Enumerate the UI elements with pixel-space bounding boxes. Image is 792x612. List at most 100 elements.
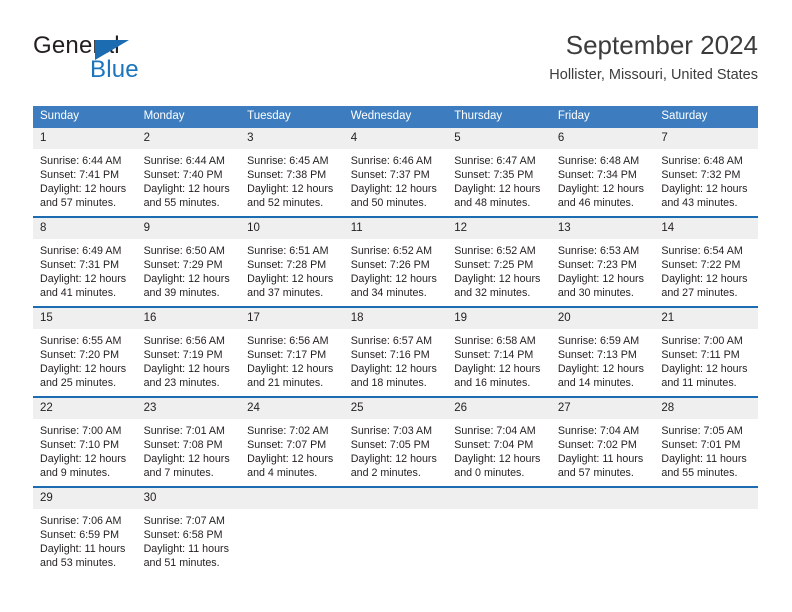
- calendar-day-cell[interactable]: 15 Sunrise: 6:55 AM Sunset: 7:20 PM Dayligh…: [33, 306, 137, 397]
- calendar-day-cell[interactable]: 20 Sunrise: 6:59 AM Sunset: 7:13 PM Dayligh…: [550, 306, 655, 397]
- day-details: Sunrise: 6:59 AM Sunset: 7:13 PM Daylight:…: [551, 329, 655, 390]
- calendar-day-cell[interactable]: 24 Sunrise: 7:02 AM Sunset: 7:07 PM Dayligh…: [240, 396, 344, 487]
- calendar-day-cell[interactable]: 17 Sunrise: 6:56 AM Sunset: 7:17 PM Dayligh…: [240, 306, 344, 397]
- calendar-day-cell[interactable]: 5 Sunrise: 6:47 AM Sunset: 7:35 PM Daylight…: [447, 128, 551, 217]
- daylight-text-line2: and 55 minutes.: [143, 197, 220, 210]
- day-number: 16: [136, 308, 241, 329]
- daylight-text-line1: Daylight: 12 hours: [454, 183, 541, 196]
- day-number: 18: [343, 308, 448, 329]
- general-blue-logo[interactable]: General Blue: [33, 32, 223, 90]
- day-details: Sunrise: 6:46 AM Sunset: 7:37 PM Daylight:…: [344, 149, 448, 210]
- weekday-header-friday: Friday: [550, 106, 655, 128]
- day-details: Sunrise: 7:00 AM Sunset: 7:11 PM Daylight:…: [654, 329, 758, 390]
- calendar-day-cell[interactable]: 8 Sunrise: 6:49 AM Sunset: 7:31 PM Daylight…: [33, 216, 137, 307]
- sunrise-text: Sunrise: 7:04 AM: [454, 425, 536, 437]
- day-details: Sunrise: 6:48 AM Sunset: 7:32 PM Daylight:…: [654, 149, 758, 210]
- calendar-week-row: 15 Sunrise: 6:55 AM Sunset: 7:20 PM Dayligh…: [33, 306, 758, 397]
- calendar-day-cell[interactable]: 25 Sunrise: 7:03 AM Sunset: 7:05 PM Dayligh…: [343, 396, 448, 487]
- sunrise-text: Sunrise: 6:47 AM: [454, 155, 536, 167]
- weekday-header-wednesday: Wednesday: [343, 106, 448, 128]
- calendar-day-cell[interactable]: 16 Sunrise: 6:56 AM Sunset: 7:19 PM Dayligh…: [136, 306, 241, 397]
- calendar-day-cell[interactable]: 11 Sunrise: 6:52 AM Sunset: 7:26 PM Dayligh…: [343, 216, 448, 307]
- calendar-day-cell[interactable]: 3 Sunrise: 6:45 AM Sunset: 7:38 PM Daylight…: [240, 128, 344, 217]
- daylight-text-line2: and 57 minutes.: [40, 197, 117, 210]
- daylight-text-line2: and 21 minutes.: [247, 377, 324, 390]
- day-details: Sunrise: 7:00 AM Sunset: 7:10 PM Daylight:…: [33, 419, 137, 480]
- sunset-text: Sunset: 7:32 PM: [661, 169, 741, 182]
- calendar-day-cell[interactable]: 9 Sunrise: 6:50 AM Sunset: 7:29 PM Daylight…: [136, 216, 241, 307]
- day-number: [654, 488, 758, 509]
- sunset-text: Sunset: 7:14 PM: [454, 349, 534, 362]
- daylight-text-line2: and 27 minutes.: [661, 287, 738, 300]
- sunset-text: Sunset: 6:58 PM: [143, 529, 223, 542]
- calendar-day-cell[interactable]: 21 Sunrise: 7:00 AM Sunset: 7:11 PM Dayligh…: [654, 306, 758, 397]
- sunrise-text: Sunrise: 7:01 AM: [143, 425, 225, 437]
- sunrise-text: Sunrise: 6:51 AM: [247, 245, 329, 257]
- calendar-day-cell[interactable]: 30 Sunrise: 7:07 AM Sunset: 6:58 PM Dayligh…: [136, 486, 241, 576]
- calendar-day-cell[interactable]: 28 Sunrise: 7:05 AM Sunset: 7:01 PM Dayligh…: [654, 396, 758, 487]
- daylight-text-line2: and 9 minutes.: [40, 467, 111, 480]
- daylight-text-line1: Daylight: 12 hours: [40, 273, 127, 286]
- sunrise-text: Sunrise: 6:44 AM: [40, 155, 122, 167]
- calendar-day-cell[interactable]: 13 Sunrise: 6:53 AM Sunset: 7:23 PM Dayligh…: [550, 216, 655, 307]
- day-number: 17: [240, 308, 344, 329]
- calendar-day-cell[interactable]: 2 Sunrise: 6:44 AM Sunset: 7:40 PM Daylight…: [136, 128, 241, 217]
- calendar-day-cell[interactable]: 26 Sunrise: 7:04 AM Sunset: 7:04 PM Dayligh…: [447, 396, 551, 487]
- day-number: 27: [550, 398, 655, 419]
- day-number: 6: [550, 128, 655, 149]
- calendar-day-cell[interactable]: 27 Sunrise: 7:04 AM Sunset: 7:02 PM Dayligh…: [550, 396, 655, 487]
- sunrise-text: Sunrise: 6:50 AM: [143, 245, 225, 257]
- sunrise-text: Sunrise: 7:00 AM: [40, 425, 122, 437]
- calendar-page: General Blue September 2024 Hollister, M…: [0, 0, 792, 612]
- calendar-day-cell[interactable]: 1 Sunrise: 6:44 AM Sunset: 7:41 PM Daylight…: [33, 128, 137, 217]
- sunset-text: Sunset: 7:38 PM: [247, 169, 327, 182]
- day-details: Sunrise: 6:44 AM Sunset: 7:40 PM Daylight:…: [137, 149, 241, 210]
- daylight-text-line1: Daylight: 12 hours: [661, 363, 748, 376]
- day-number: [447, 488, 551, 509]
- sunset-text: Sunset: 7:28 PM: [247, 259, 327, 272]
- day-number: 7: [654, 128, 758, 149]
- sunset-text: Sunset: 7:01 PM: [661, 439, 741, 452]
- day-details: Sunrise: 7:04 AM Sunset: 7:02 PM Daylight:…: [551, 419, 655, 480]
- daylight-text-line2: and 18 minutes.: [350, 377, 427, 390]
- calendar-day-cell[interactable]: 12 Sunrise: 6:52 AM Sunset: 7:25 PM Dayligh…: [447, 216, 551, 307]
- day-number: 22: [33, 398, 137, 419]
- sunrise-text: Sunrise: 7:04 AM: [557, 425, 640, 437]
- daylight-text-line2: and 11 minutes.: [661, 377, 737, 390]
- calendar-day-cell[interactable]: 7 Sunrise: 6:48 AM Sunset: 7:32 PM Daylight…: [654, 128, 758, 217]
- daylight-text-line1: Daylight: 11 hours: [661, 453, 747, 466]
- calendar-day-cell[interactable]: 22 Sunrise: 7:00 AM Sunset: 7:10 PM Dayligh…: [33, 396, 137, 487]
- sunrise-text: Sunrise: 6:46 AM: [350, 155, 433, 167]
- sunset-text: Sunset: 7:11 PM: [661, 349, 740, 362]
- daylight-text-line1: Daylight: 12 hours: [557, 183, 644, 196]
- calendar-day-cell[interactable]: 10 Sunrise: 6:51 AM Sunset: 7:28 PM Dayligh…: [240, 216, 344, 307]
- calendar-day-cell[interactable]: 23 Sunrise: 7:01 AM Sunset: 7:08 PM Dayligh…: [136, 396, 241, 487]
- day-details: Sunrise: 6:56 AM Sunset: 7:17 PM Daylight:…: [240, 329, 344, 390]
- day-details: Sunrise: 7:05 AM Sunset: 7:01 PM Daylight:…: [654, 419, 758, 480]
- calendar-day-cell[interactable]: 14 Sunrise: 6:54 AM Sunset: 7:22 PM Dayligh…: [654, 216, 758, 307]
- calendar-day-cell[interactable]: 19 Sunrise: 6:58 AM Sunset: 7:14 PM Dayligh…: [447, 306, 551, 397]
- daylight-text-line2: and 7 minutes.: [143, 467, 214, 480]
- calendar-cell-empty: [654, 486, 758, 576]
- calendar-day-cell[interactable]: 6 Sunrise: 6:48 AM Sunset: 7:34 PM Daylight…: [550, 128, 655, 217]
- sunrise-text: Sunrise: 7:02 AM: [247, 425, 329, 437]
- calendar-day-cell[interactable]: 18 Sunrise: 6:57 AM Sunset: 7:16 PM Dayligh…: [343, 306, 448, 397]
- daylight-text-line2: and 46 minutes.: [557, 197, 634, 210]
- day-number: 30: [136, 488, 241, 509]
- day-details: Sunrise: 7:07 AM Sunset: 6:58 PM Daylight:…: [137, 509, 241, 570]
- day-number: 15: [33, 308, 137, 329]
- sunset-text: Sunset: 7:04 PM: [454, 439, 534, 452]
- sunset-text: Sunset: 7:10 PM: [40, 439, 120, 452]
- daylight-text-line2: and 51 minutes.: [143, 557, 220, 570]
- calendar-day-cell[interactable]: 4 Sunrise: 6:46 AM Sunset: 7:37 PM Daylight…: [343, 128, 448, 217]
- day-number: 25: [343, 398, 448, 419]
- daylight-text-line2: and 32 minutes.: [454, 287, 531, 300]
- daylight-text-line2: and 4 minutes.: [247, 467, 318, 480]
- sunset-text: Sunset: 7:29 PM: [143, 259, 223, 272]
- daylight-text-line2: and 0 minutes.: [454, 467, 525, 480]
- daylight-text-line1: Daylight: 12 hours: [247, 453, 334, 466]
- calendar-day-cell[interactable]: 29 Sunrise: 7:06 AM Sunset: 6:59 PM Dayligh…: [33, 486, 137, 576]
- sunset-text: Sunset: 7:20 PM: [40, 349, 120, 362]
- daylight-text-line1: Daylight: 12 hours: [557, 363, 644, 376]
- weekday-header-tuesday: Tuesday: [240, 106, 344, 128]
